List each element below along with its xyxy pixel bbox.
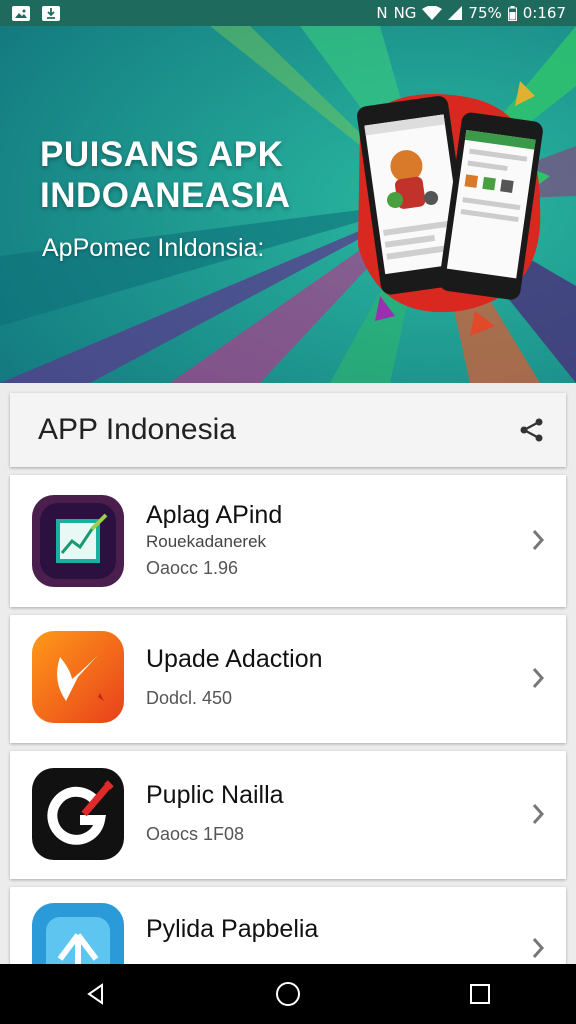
status-bar: N NG 75% 0:167 (0, 0, 576, 26)
section-header: APP Indonesia (10, 393, 566, 467)
flame-icon (32, 631, 124, 723)
hero-banner[interactable]: PUISANS APK INDOANEASIA ApPomec Inldonsi… (0, 26, 576, 383)
app-text: Pylida Papbelia (146, 915, 318, 944)
hero-title: PUISANS APK INDOANEASIA (40, 135, 291, 215)
network-type: NG (393, 4, 417, 22)
chevron-right-icon (532, 804, 545, 824)
app-text: Puplic Nailla Oaocs 1F08 (146, 781, 284, 845)
recents-button[interactable] (450, 964, 510, 1024)
status-right: N NG 75% 0:167 (376, 4, 576, 22)
share-icon (520, 418, 543, 442)
home-circle-icon (276, 982, 300, 1006)
signal-icon (448, 6, 463, 20)
app-name: Puplic Nailla (146, 781, 284, 809)
app-developer: Rouekadanerek (146, 532, 267, 551)
home-button[interactable] (258, 964, 318, 1024)
app-meta: Oaocc 1.96 (146, 558, 239, 578)
battery-icon (507, 5, 517, 21)
app-text: Aplag APind Rouekadanerek Oaocc 1.96 (146, 501, 282, 579)
back-triangle-icon (87, 983, 103, 1005)
clock: 0:167 (522, 4, 566, 22)
navigation-bar (0, 964, 576, 1024)
app-list-item[interactable]: Upade Adaction Dodcl. 450 (10, 615, 566, 743)
chevron-right-icon (532, 530, 545, 550)
app-name: Upade Adaction (146, 645, 323, 673)
app-meta: Oaocs 1F08 (146, 824, 245, 844)
section-title: APP Indonesia (38, 413, 236, 446)
back-button[interactable] (66, 964, 126, 1024)
recents-square-icon (470, 984, 490, 1004)
share-button[interactable] (514, 412, 550, 448)
app-text: Upade Adaction Dodcl. 450 (146, 645, 323, 709)
app-name: Aplag APind (146, 501, 283, 529)
chevron-right-icon (532, 668, 545, 688)
chevron-right-icon (532, 938, 545, 958)
image-icon (12, 5, 30, 21)
app-list-item[interactable]: Aplag APind Rouekadanerek Oaocc 1.96 (10, 475, 566, 607)
app-list-item[interactable]: Puplic Nailla Oaocs 1F08 (10, 751, 566, 879)
battery-label: 75% (468, 4, 502, 22)
phones-illustration (357, 94, 543, 313)
chart-icon (32, 495, 124, 587)
g-logo-icon (32, 768, 124, 860)
app-name: Pylida Papbelia (146, 915, 319, 943)
network-label: N (376, 4, 388, 22)
status-left (0, 5, 60, 21)
app-meta: Dodcl. 450 (146, 688, 233, 708)
hero-subtitle: ApPomec Inldonsia: (42, 234, 265, 262)
download-icon (42, 5, 60, 21)
wifi-icon (422, 6, 443, 20)
